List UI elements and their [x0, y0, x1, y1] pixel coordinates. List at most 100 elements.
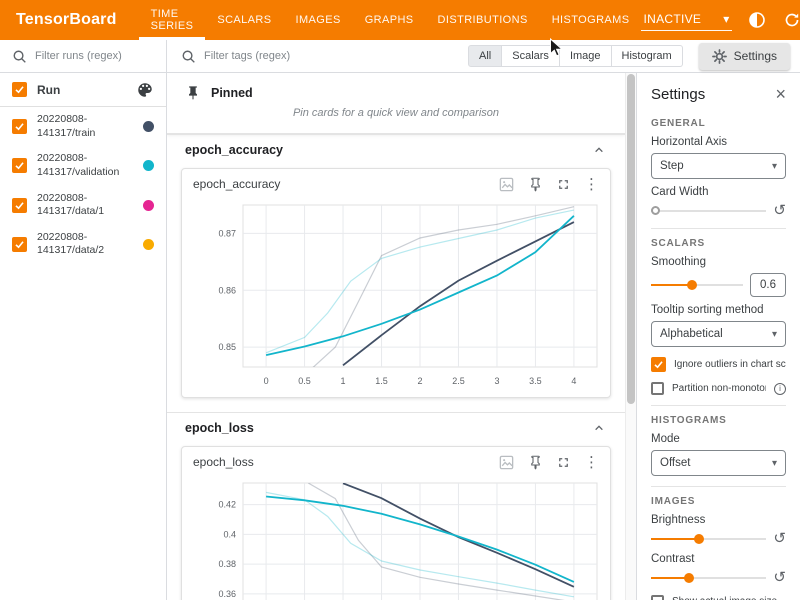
reset-icon[interactable]: ↺ — [773, 570, 786, 585]
tab-time-series[interactable]: TIME SERIES — [139, 0, 206, 40]
select-all-runs-checkbox[interactable] — [12, 82, 27, 97]
close-icon[interactable]: × — [775, 85, 786, 103]
chevron-down-icon: ▾ — [772, 458, 777, 469]
check-icon — [14, 160, 25, 171]
general-heading: GENERAL — [651, 118, 786, 129]
run-checkbox[interactable] — [12, 119, 27, 134]
chevron-down-icon: ▾ — [772, 161, 777, 172]
fullscreen-icon[interactable] — [556, 177, 571, 192]
collapse-section-button[interactable] — [591, 420, 607, 436]
tab-graphs[interactable]: GRAPHS — [353, 0, 426, 40]
tag-filter-histogram[interactable]: Histogram — [612, 45, 683, 67]
refresh-icon[interactable] — [782, 10, 800, 30]
tag-filter-scalars[interactable]: Scalars — [502, 45, 560, 67]
run-checkbox[interactable] — [12, 158, 27, 173]
partition-x-axis-checkbox[interactable] — [651, 382, 664, 395]
run-color-dot — [143, 121, 154, 132]
filter-tags-input[interactable] — [204, 50, 314, 62]
settings-button[interactable]: Settings — [699, 43, 790, 70]
section-title: epoch_loss — [185, 421, 254, 435]
slider-thumb[interactable] — [684, 573, 694, 583]
horizontal-axis-value: Step — [660, 160, 684, 172]
show-actual-size-checkbox[interactable] — [651, 595, 664, 600]
palette-icon[interactable] — [136, 81, 154, 99]
chevron-up-icon — [591, 142, 607, 158]
collapse-section-button[interactable] — [591, 142, 607, 158]
epoch-accuracy-chart[interactable]: 00.511.522.533.540.850.860.87 — [185, 197, 609, 393]
tab-histograms[interactable]: HISTOGRAMS — [540, 0, 642, 40]
check-icon — [14, 121, 25, 132]
svg-text:0.85: 0.85 — [218, 342, 236, 352]
run-label-line2: 141317/validation — [37, 166, 133, 180]
slider-thumb[interactable] — [687, 280, 697, 290]
run-row-data-2[interactable]: 20220808-141317/data/2 — [0, 225, 166, 264]
svg-text:3.5: 3.5 — [529, 376, 542, 386]
run-row-train[interactable]: 20220808-141317/train — [0, 107, 166, 146]
reset-icon[interactable]: ↺ — [773, 203, 786, 218]
scalar-card-epoch-loss: epoch_loss ⋮ 00.511.522.533.540.360.380.… — [181, 446, 611, 600]
slider-thumb[interactable] — [694, 534, 704, 544]
card-width-label: Card Width — [651, 186, 786, 198]
histogram-mode-select[interactable]: Offset ▾ — [651, 450, 786, 476]
tooltip-sorting-select[interactable]: Alphabetical ▾ — [651, 321, 786, 347]
reset-icon[interactable]: ↺ — [773, 531, 786, 546]
histograms-heading: HISTOGRAMS — [651, 415, 786, 426]
filter-tags-box — [167, 49, 468, 64]
smoothing-value-input[interactable] — [750, 273, 786, 297]
contrast-label: Contrast — [651, 553, 786, 565]
settings-panel: Settings × GENERAL Horizontal Axis Step … — [636, 73, 800, 600]
svg-text:0.38: 0.38 — [218, 559, 236, 569]
pin-card-icon[interactable] — [528, 177, 543, 192]
check-icon — [14, 84, 25, 95]
section-title: epoch_accuracy — [185, 143, 283, 157]
run-color-dot — [143, 239, 154, 250]
tab-distributions[interactable]: DISTRIBUTIONS — [426, 0, 540, 40]
slider-thumb[interactable] — [651, 206, 660, 215]
runs-column-label: Run — [37, 83, 126, 97]
run-label-line2: 141317/data/1 — [37, 205, 133, 219]
ignore-outliers-label: Ignore outliers in chart scaling — [674, 359, 786, 370]
pinned-empty-hint: Pin cards for a quick view and compariso… — [167, 107, 625, 125]
partition-x-axis-label: Partition non-monotonic X axis — [672, 383, 766, 394]
ignore-outliers-checkbox[interactable] — [651, 357, 666, 372]
filter-runs-input[interactable] — [35, 50, 145, 62]
reload-status-select[interactable]: INACTIVE ▾ — [641, 10, 731, 31]
tab-images[interactable]: IMAGES — [284, 0, 353, 40]
check-icon — [653, 359, 664, 370]
image-toggle-icon[interactable] — [498, 454, 515, 471]
run-checkbox[interactable] — [12, 198, 27, 213]
runs-sidebar: Run 20220808-141317/train 20220808-14131… — [0, 73, 167, 600]
pin-card-icon[interactable] — [528, 455, 543, 470]
card-width-slider[interactable] — [651, 204, 766, 218]
svg-text:0.86: 0.86 — [218, 285, 236, 295]
tab-scalars[interactable]: SCALARS — [205, 0, 283, 40]
runs-header-row: Run — [0, 73, 166, 107]
tag-filter-all[interactable]: All — [468, 45, 502, 67]
horizontal-axis-select[interactable]: Step ▾ — [651, 153, 786, 179]
section-epoch-loss: epoch_loss epoch_loss ⋮ 00.511.522.533.5… — [167, 412, 625, 600]
divider — [651, 228, 786, 229]
theme-toggle-icon[interactable] — [747, 10, 767, 30]
run-row-data-1[interactable]: 20220808-141317/data/1 — [0, 186, 166, 225]
section-epoch-accuracy: epoch_accuracy epoch_accuracy ⋮ 00.511.5… — [167, 134, 625, 398]
epoch-loss-chart[interactable]: 00.511.522.533.540.360.380.40.42 — [185, 475, 609, 600]
chevron-up-icon — [591, 420, 607, 436]
run-row-validation[interactable]: 20220808-141317/validation — [0, 146, 166, 185]
run-label-line1: 20220808- — [37, 231, 133, 245]
horizontal-axis-label: Horizontal Axis — [651, 136, 786, 148]
smoothing-slider[interactable] — [651, 278, 743, 292]
chevron-down-icon: ▾ — [772, 329, 777, 340]
info-icon[interactable]: i — [774, 383, 786, 395]
svg-text:0.4: 0.4 — [223, 529, 236, 539]
tooltip-sorting-value: Alphabetical — [660, 328, 723, 340]
image-toggle-icon[interactable] — [498, 176, 515, 193]
more-options-icon[interactable]: ⋮ — [584, 177, 599, 192]
contrast-slider[interactable] — [651, 571, 766, 585]
main-scrollbar-thumb[interactable] — [627, 74, 635, 404]
svg-text:0: 0 — [264, 376, 269, 386]
fullscreen-icon[interactable] — [556, 455, 571, 470]
more-options-icon[interactable]: ⋮ — [584, 455, 599, 470]
run-checkbox[interactable] — [12, 237, 27, 252]
brightness-slider[interactable] — [651, 532, 766, 546]
tag-filter-image[interactable]: Image — [560, 45, 612, 67]
